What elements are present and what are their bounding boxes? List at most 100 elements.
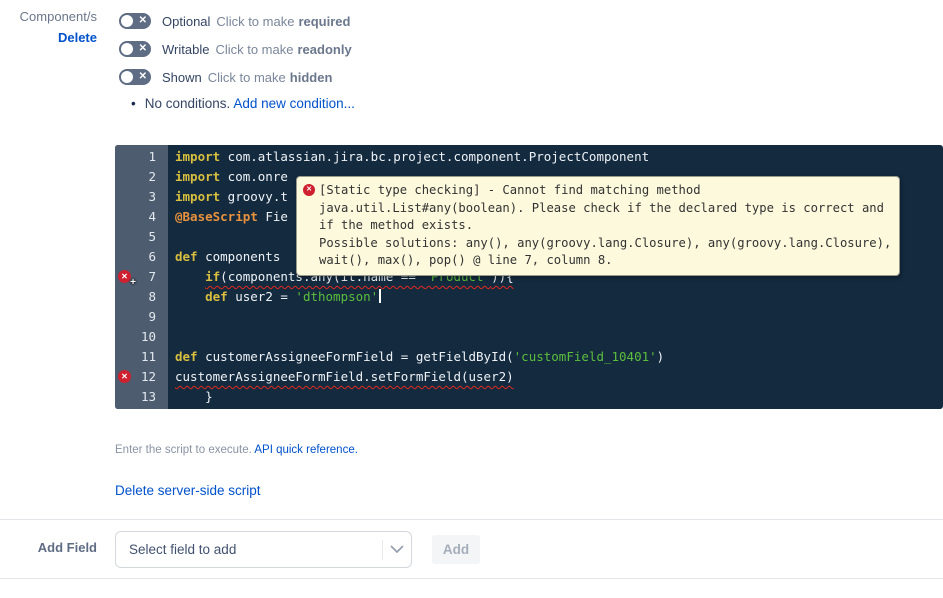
toggle-hint: Click to make xyxy=(207,69,286,85)
code-text: customerAssigneeFormField.setFormField(u… xyxy=(175,369,514,384)
token-plain: groovy.t xyxy=(220,189,288,204)
token-ann: @BaseScript xyxy=(175,209,258,224)
section-divider-bottom xyxy=(0,578,943,579)
gutter-line: 10 xyxy=(115,327,168,347)
line-number: 12 xyxy=(140,369,156,384)
shown-toggle[interactable]: ✕ xyxy=(119,69,151,85)
code-text: import groovy.t xyxy=(175,189,288,204)
line-number: 4 xyxy=(148,209,156,224)
gutter-line: 6 xyxy=(115,247,168,267)
script-hint-text: Enter the script to execute. xyxy=(115,444,252,456)
error-icon: ✕ xyxy=(303,184,315,196)
delete-server-side-script-link[interactable]: Delete server-side script xyxy=(115,483,261,498)
field-name-label: Component/s xyxy=(19,9,97,24)
token-plain: } xyxy=(205,389,213,404)
line-number: 9 xyxy=(148,309,156,324)
toggle-knob xyxy=(121,15,133,27)
token-plain: customerAssigneeFormField.setFormField(u… xyxy=(175,369,514,384)
field-label-column: Component/s Delete xyxy=(0,8,97,47)
toggle-hint: Click to make xyxy=(216,13,295,29)
token-kw: import xyxy=(175,169,221,184)
gutter-line: 13 xyxy=(115,387,168,407)
gutter-line: 4 xyxy=(115,207,168,227)
gutter-line: 8 xyxy=(115,287,168,307)
line-number: 1 xyxy=(148,149,156,164)
toggle-row-optional: ✕ Optional Click to make required xyxy=(119,7,352,35)
optional-toggle[interactable]: ✕ xyxy=(119,13,151,29)
token-plain: Fie xyxy=(257,209,288,224)
gutter-line: 9 xyxy=(115,307,168,327)
tooltip-line: if the method exists. xyxy=(319,218,474,232)
tooltip-line: java.util.List#any(boolean). Please chec… xyxy=(319,200,884,215)
code-text: import com.onre xyxy=(175,169,288,184)
toggle-x-icon: ✕ xyxy=(138,15,147,26)
section-divider-top xyxy=(0,519,943,520)
error-marker-icon[interactable]: ✕ + xyxy=(118,270,136,288)
code-text: def user2 = 'dthompson' xyxy=(205,289,378,304)
token-plain: customerAssigneeFormField = getFieldById… xyxy=(197,349,514,364)
conditions-text: No conditions. xyxy=(144,96,231,111)
error-marker-icon[interactable]: ✕ xyxy=(118,370,131,383)
toggle-label: Optional xyxy=(162,13,211,29)
toggle-hint: Click to make xyxy=(215,41,294,57)
toggle-group: ✕ Optional Click to make required ✕ Writ… xyxy=(119,7,352,91)
token-str: 'customField_10401' xyxy=(513,349,657,364)
chevron-down-icon[interactable] xyxy=(383,545,411,554)
code-line[interactable]: import com.atlassian.jira.bc.project.com… xyxy=(175,147,943,167)
text-cursor xyxy=(379,289,381,303)
code-line[interactable]: def customerAssigneeFormField = getField… xyxy=(175,347,943,367)
gutter-line: 3 xyxy=(115,187,168,207)
code-line[interactable] xyxy=(175,307,943,327)
toggle-target-state: hidden xyxy=(289,69,333,85)
toggle-x-icon: ✕ xyxy=(138,71,147,82)
toggle-knob xyxy=(121,71,133,83)
line-number: 3 xyxy=(148,189,156,204)
toggle-x-icon: ✕ xyxy=(138,43,147,54)
code-text: @BaseScript Fie xyxy=(175,209,288,224)
code-line[interactable]: def user2 = 'dthompson' xyxy=(175,287,943,307)
writable-toggle[interactable]: ✕ xyxy=(119,41,151,57)
delete-field-link[interactable]: Delete xyxy=(58,30,97,45)
gutter-line: ✕ + 7 xyxy=(115,267,168,288)
toggle-label: Shown xyxy=(162,69,202,85)
field-select-placeholder: Select field to add xyxy=(129,542,237,557)
token-plain: user2 = xyxy=(227,289,296,304)
tooltip-line: [Static type checking] - Cannot find mat… xyxy=(319,183,701,197)
code-text: def components xyxy=(175,249,288,264)
line-number: 6 xyxy=(148,249,156,264)
field-select[interactable]: Select field to add xyxy=(115,531,412,568)
token-plain: components xyxy=(197,249,288,264)
token-plain: com.atlassian.jira.bc.project.component.… xyxy=(220,149,650,164)
code-gutter: 1 2 3 4 5 6 ✕ +7 8 9 10 11 ✕ 12 13 xyxy=(115,145,168,409)
code-editor[interactable]: 1 2 3 4 5 6 ✕ +7 8 9 10 11 ✕ 12 13 import com.atlassia… xyxy=(115,145,943,409)
token-kw: if xyxy=(205,269,221,284)
token-kw: import xyxy=(175,189,221,204)
token-plain: ) xyxy=(656,349,665,364)
gutter-line: ✕ 12 xyxy=(115,367,168,387)
tooltip-line: wait(), max(), pop() @ line 7, column 8. xyxy=(319,253,613,267)
toggle-row-writable: ✕ Writable Click to make readonly xyxy=(119,35,352,63)
token-kw: def xyxy=(205,289,228,304)
token-str: 'dthompson' xyxy=(295,289,379,304)
api-quick-reference-link[interactable]: API quick reference. xyxy=(254,444,358,456)
line-number: 11 xyxy=(140,349,156,364)
line-number: 10 xyxy=(140,329,156,344)
code-line[interactable] xyxy=(175,327,943,347)
code-line[interactable]: customerAssigneeFormField.setFormField(u… xyxy=(175,367,943,387)
add-condition-link[interactable]: Add new condition... xyxy=(233,96,355,111)
line-number: 2 xyxy=(148,169,156,184)
gutter-line: 1 xyxy=(115,147,168,167)
tooltip-lines: [Static type checking] - Cannot find mat… xyxy=(319,182,891,270)
add-field-button[interactable]: Add xyxy=(432,535,480,564)
gutter-line: 11 xyxy=(115,347,168,367)
token-kw: def xyxy=(175,249,198,264)
code-line[interactable]: } xyxy=(175,387,943,407)
line-number: 5 xyxy=(148,229,156,244)
code-text: def customerAssigneeFormField = getField… xyxy=(175,349,664,364)
code-text: } xyxy=(205,389,213,404)
token-kw: def xyxy=(175,349,198,364)
line-number: 13 xyxy=(140,389,156,404)
tooltip-line: Possible solutions: any(), any(groovy.la… xyxy=(319,235,892,250)
